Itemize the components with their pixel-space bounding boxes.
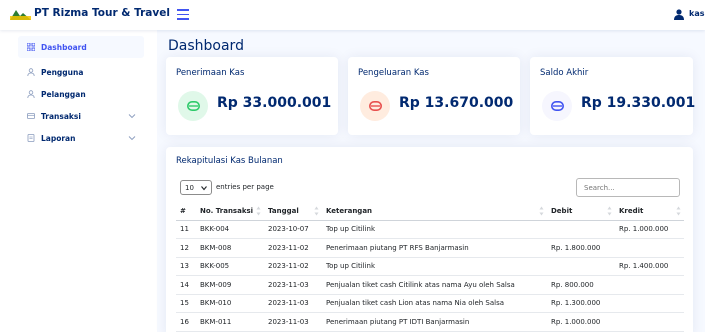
cell-keterangan: Penjualan tiket cash Citilink atas nama … bbox=[322, 275, 547, 295]
table-header-row: # No. Transaksi Tanggal Keterangan Debit… bbox=[176, 202, 684, 221]
card-title: Saldo Akhir bbox=[540, 68, 589, 78]
table-row: 12 BKM-008 2023-11-02 Penerimaan piutang… bbox=[176, 238, 684, 258]
cell-tanggal: 2023-11-02 bbox=[264, 238, 322, 258]
cell-no: 12 bbox=[176, 238, 196, 258]
sort-icon bbox=[314, 206, 319, 216]
card-title: Penerimaan Kas bbox=[176, 68, 245, 78]
sidebar-item-laporan[interactable]: Laporan bbox=[18, 127, 144, 149]
logo-icon[interactable] bbox=[10, 8, 31, 22]
entries-value: 10 bbox=[185, 183, 194, 192]
cell-tanggal: 2023-11-03 bbox=[264, 275, 322, 295]
cell-keterangan: Penjualan tiket cash Lion atas nama Nia … bbox=[322, 294, 547, 313]
cell-no: 11 bbox=[176, 220, 196, 239]
stat-value: Rp 33.000.001 bbox=[217, 95, 332, 111]
sidebar-item-pelanggan[interactable]: Pelanggan bbox=[18, 83, 144, 105]
table-card: Rekapitulasi Kas Bulanan 10 entries per … bbox=[166, 147, 693, 332]
sort-icon bbox=[676, 206, 681, 216]
cell-kredit bbox=[615, 294, 684, 313]
cell-tanggal: 2023-10-07 bbox=[264, 220, 322, 239]
cell-debit: Rp. 1.000.000 bbox=[547, 312, 615, 332]
cell-kredit bbox=[615, 312, 684, 332]
cell-kredit bbox=[615, 275, 684, 295]
cell-keterangan: Top up Citilink bbox=[322, 220, 547, 239]
table-row: 11 BKK-004 2023-10-07 Top up Citilink Rp… bbox=[176, 220, 684, 239]
cell-no: 13 bbox=[176, 257, 196, 276]
sidebar-item-label: Transaksi bbox=[41, 111, 81, 121]
app-title[interactable]: PT Rizma Tour & Travel bbox=[34, 7, 170, 19]
stat-card-saldo: Saldo Akhir Rp 19.330.001 bbox=[530, 57, 696, 135]
chevron-down-icon bbox=[128, 114, 136, 119]
top-header: PT Rizma Tour & Travel kasir bbox=[0, 0, 705, 30]
stat-value: Rp 19.330.001 bbox=[581, 95, 696, 111]
sidebar-item-transaksi[interactable]: Transaksi bbox=[18, 105, 144, 127]
table-title: Rekapitulasi Kas Bulanan bbox=[176, 156, 283, 166]
cell-keterangan: Penerimaan piutang PT IDTI Banjarmasin bbox=[322, 312, 547, 332]
cell-transaksi: BKK-005 bbox=[196, 257, 264, 276]
chevron-down-icon bbox=[201, 186, 207, 191]
entries-label: entries per page bbox=[216, 183, 274, 191]
cell-no: 15 bbox=[176, 294, 196, 313]
cell-kredit: Rp. 1.400.000 bbox=[615, 257, 684, 276]
column-header-transaksi[interactable]: No. Transaksi bbox=[196, 202, 264, 221]
cell-tanggal: 2023-11-02 bbox=[264, 257, 322, 276]
card-title: Pengeluaran Kas bbox=[358, 68, 429, 78]
cell-transaksi: BKM-009 bbox=[196, 275, 264, 295]
cell-debit: Rp. 800.000 bbox=[547, 275, 615, 295]
sort-icon bbox=[256, 206, 261, 216]
person-icon bbox=[27, 68, 35, 76]
sidebar: Dashboard Pengguna Pelanggan Transaksi L… bbox=[0, 30, 157, 332]
user-name[interactable]: kasir bbox=[689, 9, 705, 18]
sidebar-item-pengguna[interactable]: Pengguna bbox=[18, 61, 144, 83]
cell-keterangan: Top up Citilink bbox=[322, 257, 547, 276]
sidebar-item-dashboard[interactable]: Dashboard bbox=[18, 36, 144, 58]
page-title: Dashboard bbox=[168, 38, 244, 54]
cell-debit: Rp. 1.800.000 bbox=[547, 238, 615, 258]
kas-table: # No. Transaksi Tanggal Keterangan Debit… bbox=[176, 202, 684, 332]
column-header-keterangan[interactable]: Keterangan bbox=[322, 202, 547, 221]
table-row: 13 BKK-005 2023-11-02 Top up Citilink Rp… bbox=[176, 257, 684, 276]
sidebar-item-label: Pengguna bbox=[41, 67, 84, 77]
stat-card-pengeluaran: Pengeluaran Kas Rp 13.670.000 bbox=[348, 57, 520, 135]
cell-no: 14 bbox=[176, 275, 196, 295]
wallet-icon bbox=[542, 91, 572, 121]
column-header-debit[interactable]: Debit bbox=[547, 202, 615, 221]
cell-debit bbox=[547, 220, 615, 239]
grid-icon bbox=[27, 43, 35, 51]
column-header-kredit[interactable]: Kredit bbox=[615, 202, 684, 221]
cell-transaksi: BKM-008 bbox=[196, 238, 264, 258]
sort-icon bbox=[539, 206, 544, 216]
search-input[interactable] bbox=[576, 178, 680, 197]
stat-value: Rp 13.670.000 bbox=[399, 95, 514, 111]
cell-kredit bbox=[615, 238, 684, 258]
stat-card-penerimaan: Penerimaan Kas Rp 33.000.001 bbox=[166, 57, 338, 135]
sort-icon bbox=[607, 206, 612, 216]
cell-transaksi: BKM-010 bbox=[196, 294, 264, 313]
table-row: 16 BKM-011 2023-11-03 Penerimaan piutang… bbox=[176, 312, 684, 332]
cell-keterangan: Penerimaan piutang PT RFS Banjarmasin bbox=[322, 238, 547, 258]
menu-toggle-icon[interactable] bbox=[177, 9, 189, 20]
column-header-no[interactable]: # bbox=[176, 202, 196, 221]
cell-transaksi: BKK-004 bbox=[196, 220, 264, 239]
column-header-tanggal[interactable]: Tanggal bbox=[264, 202, 322, 221]
entries-per-page-select[interactable]: 10 bbox=[180, 180, 212, 195]
cell-kredit: Rp. 1.000.000 bbox=[615, 220, 684, 239]
person-icon bbox=[27, 90, 35, 98]
table-row: 15 BKM-010 2023-11-03 Penjualan tiket ca… bbox=[176, 294, 684, 313]
cell-no: 16 bbox=[176, 312, 196, 332]
cell-transaksi: BKM-011 bbox=[196, 312, 264, 332]
chevron-down-icon bbox=[128, 136, 136, 141]
cell-tanggal: 2023-11-03 bbox=[264, 312, 322, 332]
document-icon bbox=[27, 134, 35, 142]
sidebar-item-label: Dashboard bbox=[41, 42, 87, 52]
cell-tanggal: 2023-11-03 bbox=[264, 294, 322, 313]
wallet-icon bbox=[360, 91, 390, 121]
table-row: 14 BKM-009 2023-11-03 Penjualan tiket ca… bbox=[176, 275, 684, 295]
sidebar-item-label: Pelanggan bbox=[41, 89, 86, 99]
wallet-icon bbox=[178, 91, 208, 121]
cell-debit: Rp. 1.300.000 bbox=[547, 294, 615, 313]
sidebar-item-label: Laporan bbox=[41, 133, 76, 143]
cell-debit bbox=[547, 257, 615, 276]
user-icon[interactable] bbox=[674, 9, 684, 20]
wallet-icon bbox=[27, 112, 35, 120]
